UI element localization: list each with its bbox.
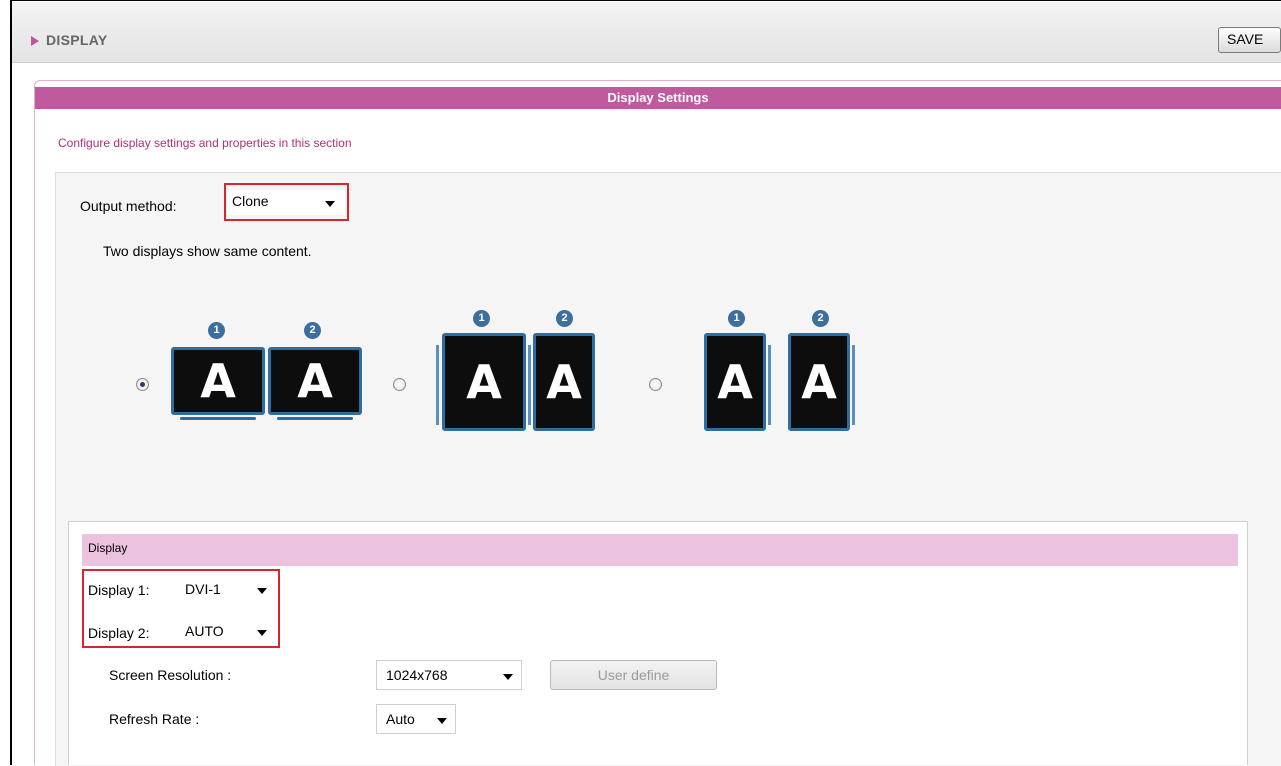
panel-title: Display Settings <box>35 87 1281 109</box>
chevron-down-icon <box>437 718 447 724</box>
output-method-value: Clone <box>232 193 269 209</box>
monitor-content-letter: A <box>801 355 837 409</box>
output-method-hint: Two displays show same content. <box>103 243 312 259</box>
display-2-badge: 2 <box>812 310 829 327</box>
display-2-value: AUTO <box>185 623 224 639</box>
display-1-select[interactable]: DVI-1 <box>180 577 274 604</box>
page-title: DISPLAY <box>46 32 108 48</box>
screen-resolution-select[interactable]: 1024x768 <box>376 660 522 690</box>
layout-landscape-radio[interactable] <box>136 378 149 391</box>
display-2-select[interactable]: AUTO <box>180 619 274 646</box>
monitor-1-portrait: A <box>704 333 766 431</box>
refresh-rate-value: Auto <box>386 711 415 727</box>
refresh-rate-select[interactable]: Auto <box>376 704 456 734</box>
monitor-2-portrait: A <box>788 333 850 431</box>
monitor-content-letter: A <box>200 354 236 408</box>
display-1-value: DVI-1 <box>185 581 221 597</box>
screen-resolution-label: Screen Resolution : <box>109 667 232 683</box>
monitor-content-letter: A <box>546 355 582 409</box>
layout-portrait-right-radio[interactable] <box>649 378 662 391</box>
display-2-badge: 2 <box>304 322 321 339</box>
display-2-badge: 2 <box>556 310 573 327</box>
monitor-stand <box>768 345 771 425</box>
monitor-2-portrait: A <box>533 333 595 431</box>
display-1-label: Display 1: <box>88 582 150 598</box>
display-2-label: Display 2: <box>88 625 150 641</box>
refresh-rate-label: Refresh Rate : <box>109 711 200 727</box>
monitor-stand <box>277 417 353 420</box>
save-button[interactable]: SAVE <box>1218 27 1281 53</box>
output-method-label: Output method: <box>80 198 177 214</box>
page-header: DISPLAY <box>12 2 1281 63</box>
display-section-header: Display <box>82 534 1238 566</box>
monitor-content-letter: A <box>297 354 333 408</box>
monitor-stand <box>436 345 439 425</box>
display-1-badge: 1 <box>728 310 745 327</box>
monitor-stand <box>528 345 531 425</box>
window-left-border <box>10 0 12 765</box>
section-arrow-icon <box>31 36 39 46</box>
output-method-select[interactable]: Clone <box>227 190 345 215</box>
chevron-down-icon <box>257 630 267 636</box>
monitor-content-letter: A <box>717 355 753 409</box>
monitor-stand <box>852 345 855 425</box>
panel-description: Configure display settings and propertie… <box>58 136 352 150</box>
display-1-badge: 1 <box>473 310 490 327</box>
user-define-button[interactable]: User define <box>550 660 717 690</box>
layout-portrait-left-radio[interactable] <box>393 378 406 391</box>
chevron-down-icon <box>325 201 335 207</box>
monitor-1-landscape: A <box>171 347 265 415</box>
chevron-down-icon <box>503 674 513 680</box>
screen-resolution-value: 1024x768 <box>386 667 448 683</box>
monitor-content-letter: A <box>466 355 502 409</box>
monitor-2-landscape: A <box>268 347 362 415</box>
monitor-stand <box>180 417 256 420</box>
display-1-badge: 1 <box>208 322 225 339</box>
window-top-border <box>10 0 1281 1</box>
chevron-down-icon <box>257 588 267 594</box>
monitor-1-portrait: A <box>442 333 526 431</box>
